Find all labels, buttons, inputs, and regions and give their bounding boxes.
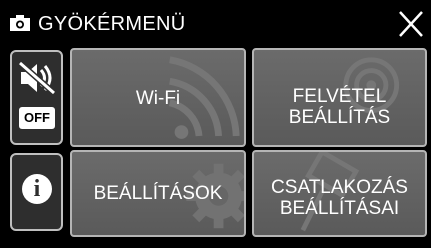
page-title: GYÖKÉRMENÜ [38, 13, 186, 35]
tile-label: FELVÉTEL BEÁLLÍTÁS [254, 86, 425, 128]
wifi-tile-button[interactable]: Wi-Fi [70, 48, 246, 147]
close-button[interactable] [396, 6, 426, 40]
top-bar: GYÖKÉRMENÜ [0, 0, 431, 44]
no-sound-icon [18, 60, 56, 96]
tile-label: CSATLAKOZÁS BEÁLLÍTÁSAI [254, 177, 425, 219]
camera-icon [10, 15, 30, 31]
tile-label-line-1: CSATLAKOZÁS [271, 177, 408, 198]
tile-label: BEÁLLÍTÁSOK [93, 183, 223, 204]
info-icon: i [22, 174, 52, 204]
connection-settings-tile-button[interactable]: CSATLAKOZÁS BEÁLLÍTÁSAI [252, 150, 427, 237]
tile-label-line-2: BEÁLLÍTÁSAI [279, 198, 400, 219]
sound-off-badge: OFF [19, 107, 55, 129]
recording-settings-tile-button[interactable]: FELVÉTEL BEÁLLÍTÁS [252, 48, 427, 147]
settings-tile-button[interactable]: BEÁLLÍTÁSOK [70, 150, 246, 237]
tile-label-line-2: BEÁLLÍTÁS [288, 107, 391, 128]
close-icon [399, 11, 423, 37]
tile-label-line-1: FELVÉTEL [292, 86, 387, 107]
tile-label: Wi-Fi [135, 88, 181, 109]
sound-toggle-button[interactable]: OFF [10, 50, 63, 145]
info-button[interactable]: i [10, 153, 63, 231]
info-glyph: i [33, 176, 41, 202]
